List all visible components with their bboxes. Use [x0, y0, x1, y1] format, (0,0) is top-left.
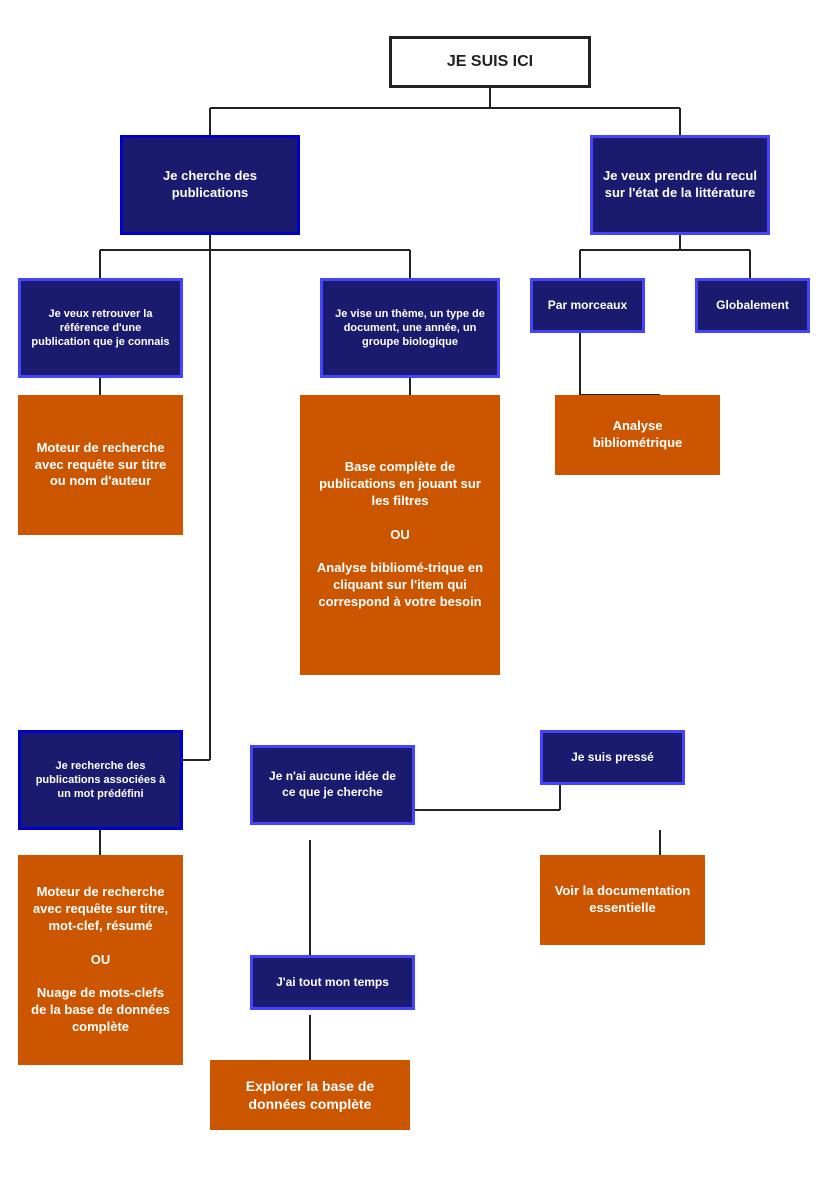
box-presse: Je suis pressé: [540, 730, 685, 785]
box-globalement: Globalement: [695, 278, 810, 333]
box-vise-theme: Je vise un thème, un type de document, u…: [320, 278, 500, 378]
box-prendre-recul: Je veux prendre du recul sur l'état de l…: [590, 135, 770, 235]
box-aucune-idee: Je n'ai aucune idée de ce que je cherche: [250, 745, 415, 825]
box-moteur-titre-auteur: Moteur de recherche avec requête sur tit…: [18, 395, 183, 535]
box-base-complete: Base complète de publications en jouant …: [300, 395, 500, 675]
box-retrouver-reference: Je veux retrouver la référence d'une pub…: [18, 278, 183, 378]
diagram-container: JE SUIS ICI Je cherche des publications …: [0, 0, 840, 1188]
box-par-morceaux: Par morceaux: [530, 278, 645, 333]
box-documentation-essentielle: Voir la documentation essentielle: [540, 855, 705, 945]
box-tout-mon-temps: J'ai tout mon temps: [250, 955, 415, 1010]
box-explorer-base: Explorer la base de données complète: [210, 1060, 410, 1130]
box-moteur-mot-clef: Moteur de recherche avec requête sur tit…: [18, 855, 183, 1065]
box-cherche-publications: Je cherche des publications: [120, 135, 300, 235]
box-analyse-bibliometrique: Analyse bibliométrique: [555, 395, 720, 475]
box-recherche-mot-predefini: Je recherche des publications associées …: [18, 730, 183, 830]
start-box: JE SUIS ICI: [389, 36, 591, 88]
